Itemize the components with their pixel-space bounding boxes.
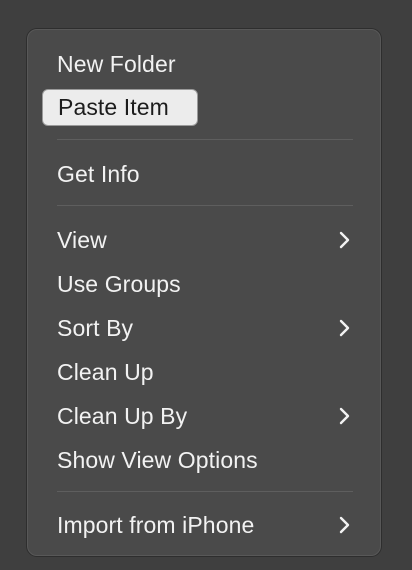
menu-item-label: Sort By: [57, 314, 134, 341]
menu-separator: [57, 205, 353, 206]
menu-item-get-info[interactable]: Get Info: [42, 158, 368, 190]
menu-item-label: Get Info: [57, 160, 140, 187]
menu-item-label: New Folder: [57, 50, 176, 77]
context-menu: New Folder Paste Item Get Info View Use …: [27, 29, 381, 556]
menu-item-show-view-options[interactable]: Show View Options: [42, 444, 368, 476]
chevron-right-icon: [339, 231, 350, 249]
menu-item-label: Use Groups: [57, 270, 181, 297]
menu-item-clean-up[interactable]: Clean Up: [42, 356, 368, 388]
menu-item-clean-up-by[interactable]: Clean Up By: [42, 400, 368, 432]
menu-item-label: Paste Item: [58, 94, 169, 120]
menu-item-label: Show View Options: [57, 446, 258, 473]
menu-item-label: View: [57, 226, 107, 253]
menu-item-label: Clean Up: [57, 358, 154, 385]
menu-item-paste-item[interactable]: Paste Item: [42, 89, 198, 126]
menu-item-sort-by[interactable]: Sort By: [42, 312, 368, 344]
chevron-right-icon: [339, 319, 350, 337]
menu-separator: [57, 139, 353, 140]
chevron-right-icon: [339, 516, 350, 534]
menu-item-new-folder[interactable]: New Folder: [42, 48, 368, 80]
menu-item-label: Clean Up By: [57, 402, 188, 429]
menu-separator: [57, 491, 353, 492]
menu-item-view[interactable]: View: [42, 224, 368, 256]
menu-item-use-groups[interactable]: Use Groups: [42, 268, 368, 300]
menu-item-label: Import from iPhone: [57, 511, 255, 538]
chevron-right-icon: [339, 407, 350, 425]
menu-item-import-from-iphone[interactable]: Import from iPhone: [42, 509, 368, 541]
